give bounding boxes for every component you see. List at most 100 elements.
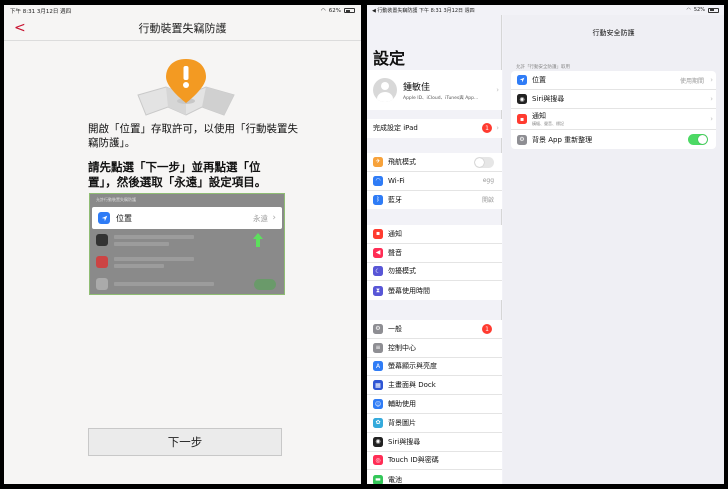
demo-row-value: 永遠 bbox=[253, 213, 268, 223]
instruction-demo-image: 允許行動裝置失竊防護 位置 永遠 › bbox=[89, 193, 285, 295]
sidebar-item-screen-time[interactable]: ⧗ 螢幕使用時間 bbox=[367, 281, 502, 300]
back-to-app-link[interactable]: ◀ 行動裝置失竊防護 bbox=[372, 8, 417, 14]
back-button[interactable]: < bbox=[14, 20, 26, 36]
wifi-network-name: egg bbox=[482, 177, 494, 185]
demo-row-blurred bbox=[90, 251, 284, 273]
status-time: 下午 8:31 bbox=[419, 7, 442, 14]
sidebar-item-siri-search[interactable]: ◉ Siri與搜尋 bbox=[367, 433, 502, 452]
detail-section-header: 允許「行動安全防護」取用 bbox=[516, 65, 570, 70]
step-instruction: 請先點選「下一步」並再點選「位置」，然後選取「永遠」設定項目。 bbox=[88, 160, 267, 189]
always-option-text: 永遠 bbox=[174, 175, 198, 189]
sidebar-item-label: Siri與搜尋 bbox=[388, 437, 421, 446]
demo-location-row: 位置 永遠 › bbox=[92, 207, 282, 229]
chevron-right-icon: › bbox=[710, 95, 713, 103]
status-date: 3月12日 週四 bbox=[443, 7, 475, 14]
sidebar-item-general[interactable]: ⚙ 一般 1 bbox=[367, 320, 502, 339]
siri-icon bbox=[96, 234, 108, 246]
accessibility-icon: ☺ bbox=[373, 399, 383, 410]
chevron-right-icon: › bbox=[710, 115, 713, 123]
sidebar-item-airplane-mode[interactable]: ✈ 飛航模式 bbox=[367, 153, 502, 172]
gear-icon bbox=[96, 278, 108, 290]
permission-siri-search[interactable]: ◉ Siri與搜尋 › bbox=[511, 90, 716, 109]
chevron-right-icon: › bbox=[272, 213, 276, 223]
permission-notifications[interactable]: ▪ 通知 橫幅、聲音、標記 › bbox=[511, 109, 716, 130]
setup-group: 完成設定 iPad 1 › bbox=[367, 119, 502, 138]
siri-icon: ◉ bbox=[517, 94, 527, 104]
settings-detail-pane: 行動安全防護 允許「行動安全防護」取用 位置 使用期間 › ◉ Siri與搜尋 … bbox=[503, 15, 724, 484]
gear-icon: ⚙ bbox=[373, 323, 383, 334]
permission-label: 背景 App 重新整理 bbox=[532, 135, 593, 144]
status-date: 3月12日 週四 bbox=[36, 8, 72, 15]
moon-icon: ☾ bbox=[373, 266, 383, 277]
settings-sidebar: 設定 鍾敏佳 Apple ID、iCloud、iTunes與 App... › … bbox=[367, 15, 502, 484]
sidebar-item-setup-ipad[interactable]: 完成設定 iPad 1 › bbox=[367, 119, 502, 138]
gear-icon: ⚙ bbox=[517, 134, 527, 145]
sidebar-item-control-center[interactable]: ≡ 控制中心 bbox=[367, 339, 502, 358]
arrow-up-icon bbox=[253, 233, 263, 247]
sound-icon: ◀ bbox=[373, 247, 383, 258]
settings-screen: ◀ 行動裝置失竊防護 下午 8:31 3月12日 週四 ◠ 52% 設定 鍾敏佳… bbox=[367, 5, 724, 484]
sidebar-item-label: 背景圖片 bbox=[388, 418, 416, 427]
status-bar: 下午 8:31 3月12日 週四 ◠ 62% bbox=[4, 5, 361, 16]
sidebar-item-label: 螢幕顯示與亮度 bbox=[388, 362, 437, 371]
notification-icon: ▪ bbox=[517, 114, 527, 124]
sidebar-item-notifications[interactable]: ▪ 通知 bbox=[367, 225, 502, 244]
next-button[interactable]: 下一步 bbox=[88, 428, 282, 456]
demo-row-blurred bbox=[90, 229, 284, 251]
sidebar-item-label: 藍牙 bbox=[388, 195, 402, 204]
sidebar-item-touch-id-passcode[interactable]: ◎ Touch ID與密碼 bbox=[367, 452, 502, 471]
sidebar-item-label: 主畫面與 Dock bbox=[388, 381, 436, 390]
background-refresh-toggle[interactable] bbox=[688, 134, 708, 145]
sidebar-item-label: 完成設定 iPad bbox=[373, 124, 418, 133]
wifi-icon: ◠ bbox=[320, 7, 326, 14]
profile-subtitle: Apple ID、iCloud、iTunes與 App... bbox=[403, 95, 479, 101]
nav-bar: < 行動裝置失竊防護 bbox=[4, 16, 361, 41]
demo-row-label: 位置 bbox=[116, 213, 132, 223]
permission-label: 位置 bbox=[532, 76, 546, 84]
permission-location[interactable]: 位置 使用期間 › bbox=[511, 71, 716, 90]
home-screen-icon: ▦ bbox=[373, 380, 383, 391]
sidebar-item-wifi[interactable]: ◠ Wi-Fi egg bbox=[367, 172, 502, 191]
hourglass-icon: ⧗ bbox=[373, 285, 383, 296]
permission-label: Siri與搜尋 bbox=[532, 95, 565, 103]
status-battery: 52% bbox=[693, 7, 705, 13]
airplane-mode-toggle[interactable] bbox=[474, 157, 494, 168]
sidebar-item-sounds[interactable]: ◀ 聲音 bbox=[367, 244, 502, 263]
sidebar-item-do-not-disturb[interactable]: ☾ 勿擾模式 bbox=[367, 263, 502, 282]
sidebar-item-home-screen-dock[interactable]: ▦ 主畫面與 Dock bbox=[367, 376, 502, 396]
detail-title: 行動安全防護 bbox=[592, 29, 635, 37]
sidebar-item-label: Wi-Fi bbox=[388, 176, 405, 185]
sidebar-item-wallpaper[interactable]: ✿ 背景圖片 bbox=[367, 414, 502, 433]
sidebar-item-battery[interactable]: ▬ 電池 bbox=[367, 470, 502, 484]
page-title: 行動裝置失竊防護 bbox=[138, 22, 227, 35]
brightness-icon: A bbox=[373, 361, 383, 372]
notification-badge: 1 bbox=[482, 324, 492, 334]
airplane-icon: ✈ bbox=[373, 156, 383, 167]
sidebar-item-label: 勿擾模式 bbox=[388, 267, 416, 276]
sidebar-item-label: 螢幕使用時間 bbox=[388, 286, 430, 295]
permission-background-refresh[interactable]: ⚙ 背景 App 重新整理 bbox=[511, 130, 716, 149]
sidebar-item-display-brightness[interactable]: A 螢幕顯示與亮度 bbox=[367, 358, 502, 377]
sidebar-item-accessibility[interactable]: ☺ 輔助使用 bbox=[367, 395, 502, 414]
avatar bbox=[373, 78, 397, 102]
sidebar-item-label: Touch ID與密碼 bbox=[388, 456, 439, 465]
wallpaper-icon: ✿ bbox=[373, 417, 383, 428]
sidebar-item-label: 通知 bbox=[388, 229, 402, 238]
demo-row-blurred bbox=[90, 273, 284, 294]
sidebar-item-label: 控制中心 bbox=[388, 343, 416, 352]
app-screen: 下午 8:31 3月12日 週四 ◠ 62% < 行動裝置失竊防護 開啟「位置」… bbox=[4, 5, 361, 484]
notification-icon bbox=[96, 256, 108, 268]
sidebar-item-label: 一般 bbox=[388, 324, 402, 333]
status-time: 下午 8:31 bbox=[10, 8, 36, 15]
connectivity-group: ✈ 飛航模式 ◠ Wi-Fi egg ᛒ 藍牙 開啟 bbox=[367, 153, 502, 210]
profile-name: 鍾敏佳 bbox=[403, 82, 431, 93]
apple-id-profile[interactable]: 鍾敏佳 Apple ID、iCloud、iTunes與 App... › bbox=[367, 70, 502, 110]
demo-header: 允許行動裝置失竊防護 bbox=[96, 197, 136, 202]
sidebar-item-bluetooth[interactable]: ᛒ 藍牙 開啟 bbox=[367, 191, 502, 210]
notifications-group: ▪ 通知 ◀ 聲音 ☾ 勿擾模式 ⧗ 螢幕使用時間 bbox=[367, 225, 502, 301]
sidebar-item-label: 聲音 bbox=[388, 248, 402, 257]
chevron-right-icon: › bbox=[496, 86, 499, 94]
wifi-icon: ◠ bbox=[373, 175, 383, 186]
bluetooth-status: 開啟 bbox=[481, 197, 494, 205]
battery-icon bbox=[708, 7, 719, 13]
